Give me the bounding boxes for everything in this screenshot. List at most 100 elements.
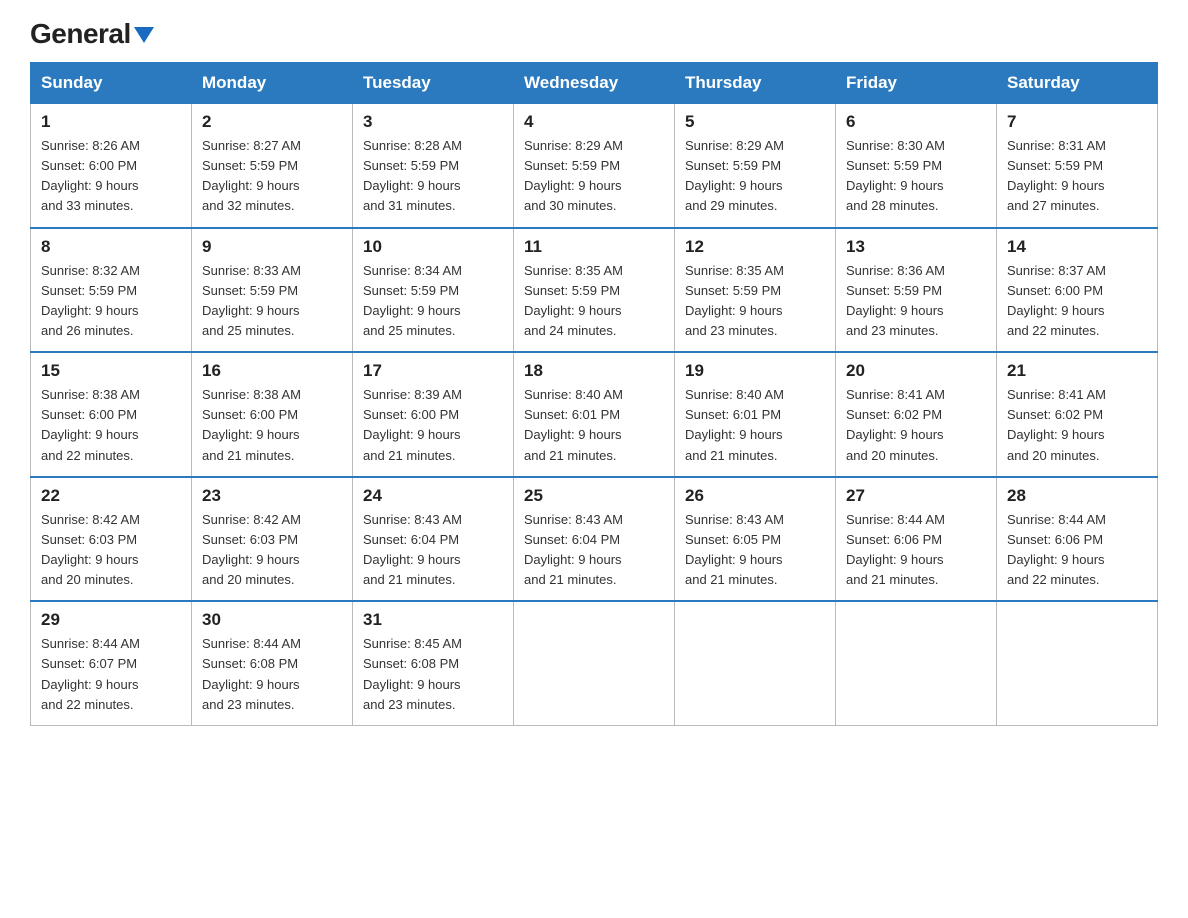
logo-triangle-icon xyxy=(134,27,154,43)
day-info: Sunrise: 8:40 AM Sunset: 6:01 PM Dayligh… xyxy=(685,385,825,466)
day-number: 19 xyxy=(685,361,825,381)
calendar-cell: 3 Sunrise: 8:28 AM Sunset: 5:59 PM Dayli… xyxy=(353,104,514,228)
day-number: 22 xyxy=(41,486,181,506)
page-header: General xyxy=(30,20,1158,44)
calendar-cell: 25 Sunrise: 8:43 AM Sunset: 6:04 PM Dayl… xyxy=(514,477,675,602)
day-number: 20 xyxy=(846,361,986,381)
calendar-day-header: Monday xyxy=(192,63,353,104)
day-number: 11 xyxy=(524,237,664,257)
calendar-cell: 15 Sunrise: 8:38 AM Sunset: 6:00 PM Dayl… xyxy=(31,352,192,477)
day-info: Sunrise: 8:33 AM Sunset: 5:59 PM Dayligh… xyxy=(202,261,342,342)
calendar-cell xyxy=(997,601,1158,725)
calendar-cell xyxy=(836,601,997,725)
calendar-cell: 23 Sunrise: 8:42 AM Sunset: 6:03 PM Dayl… xyxy=(192,477,353,602)
day-info: Sunrise: 8:44 AM Sunset: 6:07 PM Dayligh… xyxy=(41,634,181,715)
calendar-cell: 31 Sunrise: 8:45 AM Sunset: 6:08 PM Dayl… xyxy=(353,601,514,725)
calendar-cell xyxy=(514,601,675,725)
day-number: 23 xyxy=(202,486,342,506)
day-info: Sunrise: 8:43 AM Sunset: 6:05 PM Dayligh… xyxy=(685,510,825,591)
day-number: 16 xyxy=(202,361,342,381)
day-info: Sunrise: 8:38 AM Sunset: 6:00 PM Dayligh… xyxy=(202,385,342,466)
calendar-cell: 7 Sunrise: 8:31 AM Sunset: 5:59 PM Dayli… xyxy=(997,104,1158,228)
calendar-cell: 30 Sunrise: 8:44 AM Sunset: 6:08 PM Dayl… xyxy=(192,601,353,725)
day-info: Sunrise: 8:32 AM Sunset: 5:59 PM Dayligh… xyxy=(41,261,181,342)
calendar-day-header: Tuesday xyxy=(353,63,514,104)
day-number: 18 xyxy=(524,361,664,381)
calendar-table: SundayMondayTuesdayWednesdayThursdayFrid… xyxy=(30,62,1158,726)
day-info: Sunrise: 8:43 AM Sunset: 6:04 PM Dayligh… xyxy=(363,510,503,591)
calendar-day-header: Friday xyxy=(836,63,997,104)
calendar-cell: 21 Sunrise: 8:41 AM Sunset: 6:02 PM Dayl… xyxy=(997,352,1158,477)
calendar-cell: 18 Sunrise: 8:40 AM Sunset: 6:01 PM Dayl… xyxy=(514,352,675,477)
day-info: Sunrise: 8:42 AM Sunset: 6:03 PM Dayligh… xyxy=(41,510,181,591)
calendar-cell: 11 Sunrise: 8:35 AM Sunset: 5:59 PM Dayl… xyxy=(514,228,675,353)
calendar-cell: 1 Sunrise: 8:26 AM Sunset: 6:00 PM Dayli… xyxy=(31,104,192,228)
day-info: Sunrise: 8:35 AM Sunset: 5:59 PM Dayligh… xyxy=(524,261,664,342)
calendar-cell: 28 Sunrise: 8:44 AM Sunset: 6:06 PM Dayl… xyxy=(997,477,1158,602)
calendar-header-row: SundayMondayTuesdayWednesdayThursdayFrid… xyxy=(31,63,1158,104)
calendar-cell: 8 Sunrise: 8:32 AM Sunset: 5:59 PM Dayli… xyxy=(31,228,192,353)
calendar-cell: 29 Sunrise: 8:44 AM Sunset: 6:07 PM Dayl… xyxy=(31,601,192,725)
day-info: Sunrise: 8:39 AM Sunset: 6:00 PM Dayligh… xyxy=(363,385,503,466)
day-number: 29 xyxy=(41,610,181,630)
day-info: Sunrise: 8:38 AM Sunset: 6:00 PM Dayligh… xyxy=(41,385,181,466)
day-info: Sunrise: 8:44 AM Sunset: 6:08 PM Dayligh… xyxy=(202,634,342,715)
logo-top: General xyxy=(30,20,154,48)
day-info: Sunrise: 8:31 AM Sunset: 5:59 PM Dayligh… xyxy=(1007,136,1147,217)
day-number: 17 xyxy=(363,361,503,381)
day-info: Sunrise: 8:28 AM Sunset: 5:59 PM Dayligh… xyxy=(363,136,503,217)
calendar-day-header: Sunday xyxy=(31,63,192,104)
day-number: 31 xyxy=(363,610,503,630)
day-info: Sunrise: 8:34 AM Sunset: 5:59 PM Dayligh… xyxy=(363,261,503,342)
logo-general-text: General xyxy=(30,18,131,49)
logo: General xyxy=(30,20,154,44)
day-info: Sunrise: 8:40 AM Sunset: 6:01 PM Dayligh… xyxy=(524,385,664,466)
day-number: 15 xyxy=(41,361,181,381)
day-info: Sunrise: 8:29 AM Sunset: 5:59 PM Dayligh… xyxy=(524,136,664,217)
calendar-cell: 27 Sunrise: 8:44 AM Sunset: 6:06 PM Dayl… xyxy=(836,477,997,602)
day-info: Sunrise: 8:45 AM Sunset: 6:08 PM Dayligh… xyxy=(363,634,503,715)
day-info: Sunrise: 8:35 AM Sunset: 5:59 PM Dayligh… xyxy=(685,261,825,342)
calendar-day-header: Wednesday xyxy=(514,63,675,104)
calendar-cell: 13 Sunrise: 8:36 AM Sunset: 5:59 PM Dayl… xyxy=(836,228,997,353)
calendar-week-row: 29 Sunrise: 8:44 AM Sunset: 6:07 PM Dayl… xyxy=(31,601,1158,725)
calendar-week-row: 1 Sunrise: 8:26 AM Sunset: 6:00 PM Dayli… xyxy=(31,104,1158,228)
calendar-cell: 4 Sunrise: 8:29 AM Sunset: 5:59 PM Dayli… xyxy=(514,104,675,228)
calendar-cell: 2 Sunrise: 8:27 AM Sunset: 5:59 PM Dayli… xyxy=(192,104,353,228)
calendar-cell: 17 Sunrise: 8:39 AM Sunset: 6:00 PM Dayl… xyxy=(353,352,514,477)
day-number: 24 xyxy=(363,486,503,506)
day-info: Sunrise: 8:37 AM Sunset: 6:00 PM Dayligh… xyxy=(1007,261,1147,342)
calendar-cell: 16 Sunrise: 8:38 AM Sunset: 6:00 PM Dayl… xyxy=(192,352,353,477)
day-info: Sunrise: 8:29 AM Sunset: 5:59 PM Dayligh… xyxy=(685,136,825,217)
day-number: 30 xyxy=(202,610,342,630)
calendar-day-header: Thursday xyxy=(675,63,836,104)
calendar-cell: 6 Sunrise: 8:30 AM Sunset: 5:59 PM Dayli… xyxy=(836,104,997,228)
day-info: Sunrise: 8:43 AM Sunset: 6:04 PM Dayligh… xyxy=(524,510,664,591)
day-number: 9 xyxy=(202,237,342,257)
day-info: Sunrise: 8:42 AM Sunset: 6:03 PM Dayligh… xyxy=(202,510,342,591)
day-number: 3 xyxy=(363,112,503,132)
calendar-week-row: 15 Sunrise: 8:38 AM Sunset: 6:00 PM Dayl… xyxy=(31,352,1158,477)
calendar-cell: 26 Sunrise: 8:43 AM Sunset: 6:05 PM Dayl… xyxy=(675,477,836,602)
day-number: 27 xyxy=(846,486,986,506)
day-number: 14 xyxy=(1007,237,1147,257)
day-number: 8 xyxy=(41,237,181,257)
day-number: 5 xyxy=(685,112,825,132)
calendar-cell: 22 Sunrise: 8:42 AM Sunset: 6:03 PM Dayl… xyxy=(31,477,192,602)
calendar-week-row: 8 Sunrise: 8:32 AM Sunset: 5:59 PM Dayli… xyxy=(31,228,1158,353)
calendar-cell: 24 Sunrise: 8:43 AM Sunset: 6:04 PM Dayl… xyxy=(353,477,514,602)
day-info: Sunrise: 8:44 AM Sunset: 6:06 PM Dayligh… xyxy=(1007,510,1147,591)
day-info: Sunrise: 8:41 AM Sunset: 6:02 PM Dayligh… xyxy=(846,385,986,466)
day-number: 28 xyxy=(1007,486,1147,506)
calendar-cell: 9 Sunrise: 8:33 AM Sunset: 5:59 PM Dayli… xyxy=(192,228,353,353)
day-info: Sunrise: 8:30 AM Sunset: 5:59 PM Dayligh… xyxy=(846,136,986,217)
day-number: 7 xyxy=(1007,112,1147,132)
day-info: Sunrise: 8:44 AM Sunset: 6:06 PM Dayligh… xyxy=(846,510,986,591)
calendar-cell: 5 Sunrise: 8:29 AM Sunset: 5:59 PM Dayli… xyxy=(675,104,836,228)
day-info: Sunrise: 8:27 AM Sunset: 5:59 PM Dayligh… xyxy=(202,136,342,217)
day-number: 10 xyxy=(363,237,503,257)
calendar-cell: 12 Sunrise: 8:35 AM Sunset: 5:59 PM Dayl… xyxy=(675,228,836,353)
day-info: Sunrise: 8:36 AM Sunset: 5:59 PM Dayligh… xyxy=(846,261,986,342)
calendar-week-row: 22 Sunrise: 8:42 AM Sunset: 6:03 PM Dayl… xyxy=(31,477,1158,602)
calendar-cell: 14 Sunrise: 8:37 AM Sunset: 6:00 PM Dayl… xyxy=(997,228,1158,353)
